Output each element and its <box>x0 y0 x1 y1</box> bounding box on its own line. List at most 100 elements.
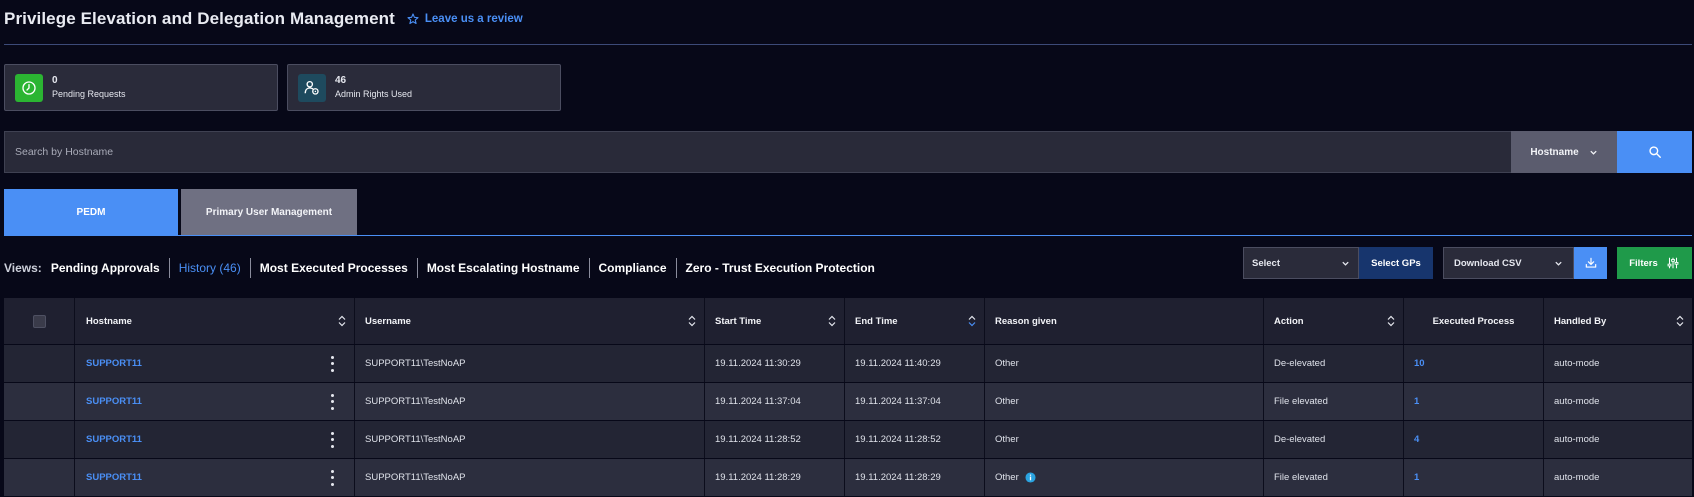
download-csv-label: Download CSV <box>1454 257 1522 269</box>
more-options-icon[interactable] <box>326 469 338 486</box>
hostname-link[interactable]: SUPPORT11 <box>86 396 142 407</box>
view-most-escalating-hostname[interactable]: Most Escalating Hostname <box>416 258 589 278</box>
row-select-cell <box>4 421 75 458</box>
row-select-cell <box>4 459 75 496</box>
chevron-down-icon <box>1342 261 1349 266</box>
search-button[interactable] <box>1617 131 1692 173</box>
executed-process-link[interactable]: 4 <box>1414 434 1419 445</box>
sort-active-icon <box>968 315 976 327</box>
action-cell: File elevated <box>1264 459 1404 496</box>
start-time-cell: 19.11.2024 11:28:52 <box>705 421 845 458</box>
col-hostname-label: Hostname <box>86 315 132 327</box>
tab-pedm[interactable]: PEDM <box>4 189 178 236</box>
col-hostname[interactable]: Hostname <box>75 298 355 344</box>
download-csv-select[interactable]: Download CSV <box>1443 247 1574 279</box>
more-options-icon[interactable] <box>326 393 338 410</box>
hostname-cell: SUPPORT11 <box>75 345 355 382</box>
search-icon <box>1648 146 1661 158</box>
hostname-cell: SUPPORT11 <box>75 459 355 496</box>
col-username-label: Username <box>365 315 411 327</box>
download-button[interactable] <box>1574 247 1607 279</box>
gp-select-value: Select <box>1252 257 1280 269</box>
pending-requests-card[interactable]: 0 Pending Requests <box>4 64 278 111</box>
tab-primary-user-management[interactable]: Primary User Management <box>181 189 357 236</box>
table-row[interactable]: SUPPORT11 SUPPORT11\TestNoAP 19.11.2024 … <box>4 383 1692 421</box>
more-options-icon[interactable] <box>326 431 338 448</box>
views-label: Views: <box>4 261 42 275</box>
start-time-cell: 19.11.2024 11:37:04 <box>705 383 845 420</box>
row-select-cell <box>4 383 75 420</box>
view-compliance[interactable]: Compliance <box>588 258 676 278</box>
search-field-select[interactable]: Hostname <box>1511 131 1617 173</box>
tab-underline <box>4 235 1692 236</box>
col-action[interactable]: Action <box>1264 298 1404 344</box>
executed-process-link[interactable]: 1 <box>1414 396 1419 407</box>
view-most-executed-processes[interactable]: Most Executed Processes <box>249 258 417 278</box>
col-handled-by-label: Handled By <box>1554 315 1607 327</box>
col-username[interactable]: Username <box>355 298 705 344</box>
sliders-icon <box>1667 257 1679 269</box>
select-all-checkbox[interactable] <box>32 314 46 328</box>
filters-label: Filters <box>1629 257 1658 269</box>
hostname-link[interactable]: SUPPORT11 <box>86 472 142 483</box>
view-history[interactable]: History (46) <box>168 258 250 278</box>
hostname-link[interactable]: SUPPORT11 <box>86 434 142 445</box>
select-gps-button[interactable]: Select GPs <box>1359 247 1433 279</box>
hostname-cell: SUPPORT11 <box>75 421 355 458</box>
hostname-link[interactable]: SUPPORT11 <box>86 358 142 369</box>
reason-cell: Other <box>985 345 1264 382</box>
action-cell: De-elevated <box>1264 421 1404 458</box>
col-reason: Reason given <box>985 298 1264 344</box>
reason-cell: Other <box>985 383 1264 420</box>
col-executed-process: Executed Process <box>1404 298 1544 344</box>
end-time-cell: 19.11.2024 11:37:04 <box>845 383 985 420</box>
filters-button[interactable]: Filters <box>1617 247 1692 279</box>
col-executed-process-label: Executed Process <box>1432 315 1515 327</box>
username-cell: SUPPORT11\TestNoAP <box>355 421 705 458</box>
col-action-label: Action <box>1274 315 1304 327</box>
page-title: Privilege Elevation and Delegation Manag… <box>4 9 395 28</box>
header-divider <box>4 44 1692 45</box>
info-icon[interactable] <box>1025 472 1036 483</box>
sort-icon <box>1387 315 1395 327</box>
sort-icon <box>1676 315 1684 327</box>
table-row[interactable]: SUPPORT11 SUPPORT11\TestNoAP 19.11.2024 … <box>4 421 1692 459</box>
search-field-label: Hostname <box>1530 146 1579 158</box>
review-link-label: Leave us a review <box>424 13 523 25</box>
executed-process-link[interactable]: 1 <box>1414 472 1419 483</box>
gp-select[interactable]: Select <box>1243 247 1359 279</box>
handled-by-cell: auto-mode <box>1554 358 1600 369</box>
clock-icon <box>15 73 43 102</box>
handled-by-cell: auto-mode <box>1554 434 1600 445</box>
view-zero-trust[interactable]: Zero - Trust Execution Protection <box>675 258 884 278</box>
search-input[interactable] <box>4 131 1511 173</box>
view-pending-approvals[interactable]: Pending Approvals <box>51 258 169 278</box>
chevron-down-icon <box>1555 261 1562 266</box>
more-options-icon[interactable] <box>326 355 338 372</box>
col-handled-by[interactable]: Handled By <box>1544 298 1692 344</box>
hostname-cell: SUPPORT11 <box>75 383 355 420</box>
reason-cell: Other <box>985 421 1264 458</box>
end-time-cell: 19.11.2024 11:40:29 <box>845 345 985 382</box>
col-start-time[interactable]: Start Time <box>705 298 845 344</box>
admin-rights-label: Admin Rights Used <box>335 89 413 99</box>
col-end-time[interactable]: End Time <box>845 298 985 344</box>
table-header-row: Hostname Username Start Time End Time Re… <box>4 298 1692 345</box>
handled-by-cell: auto-mode <box>1554 472 1600 483</box>
admin-rights-card[interactable]: 46 Admin Rights Used <box>287 64 561 111</box>
sort-icon <box>688 315 696 327</box>
username-cell: SUPPORT11\TestNoAP <box>355 459 705 496</box>
table-row[interactable]: SUPPORT11 SUPPORT11\TestNoAP 19.11.2024 … <box>4 345 1692 383</box>
table-row[interactable]: SUPPORT11 SUPPORT11\TestNoAP 19.11.2024 … <box>4 459 1692 497</box>
leave-review-link[interactable]: Leave us a review <box>407 13 523 25</box>
pending-requests-value: 0 <box>52 75 58 86</box>
select-all-cell <box>4 298 75 344</box>
executed-process-link[interactable]: 10 <box>1414 358 1425 369</box>
col-reason-label: Reason given <box>995 315 1057 327</box>
reason-cell: Other <box>985 459 1264 496</box>
end-time-cell: 19.11.2024 11:28:52 <box>845 421 985 458</box>
admin-users-icon <box>298 73 326 102</box>
username-cell: SUPPORT11\TestNoAP <box>355 383 705 420</box>
page-header: Privilege Elevation and Delegation Manag… <box>4 6 523 32</box>
reason-text: Other <box>995 472 1019 483</box>
